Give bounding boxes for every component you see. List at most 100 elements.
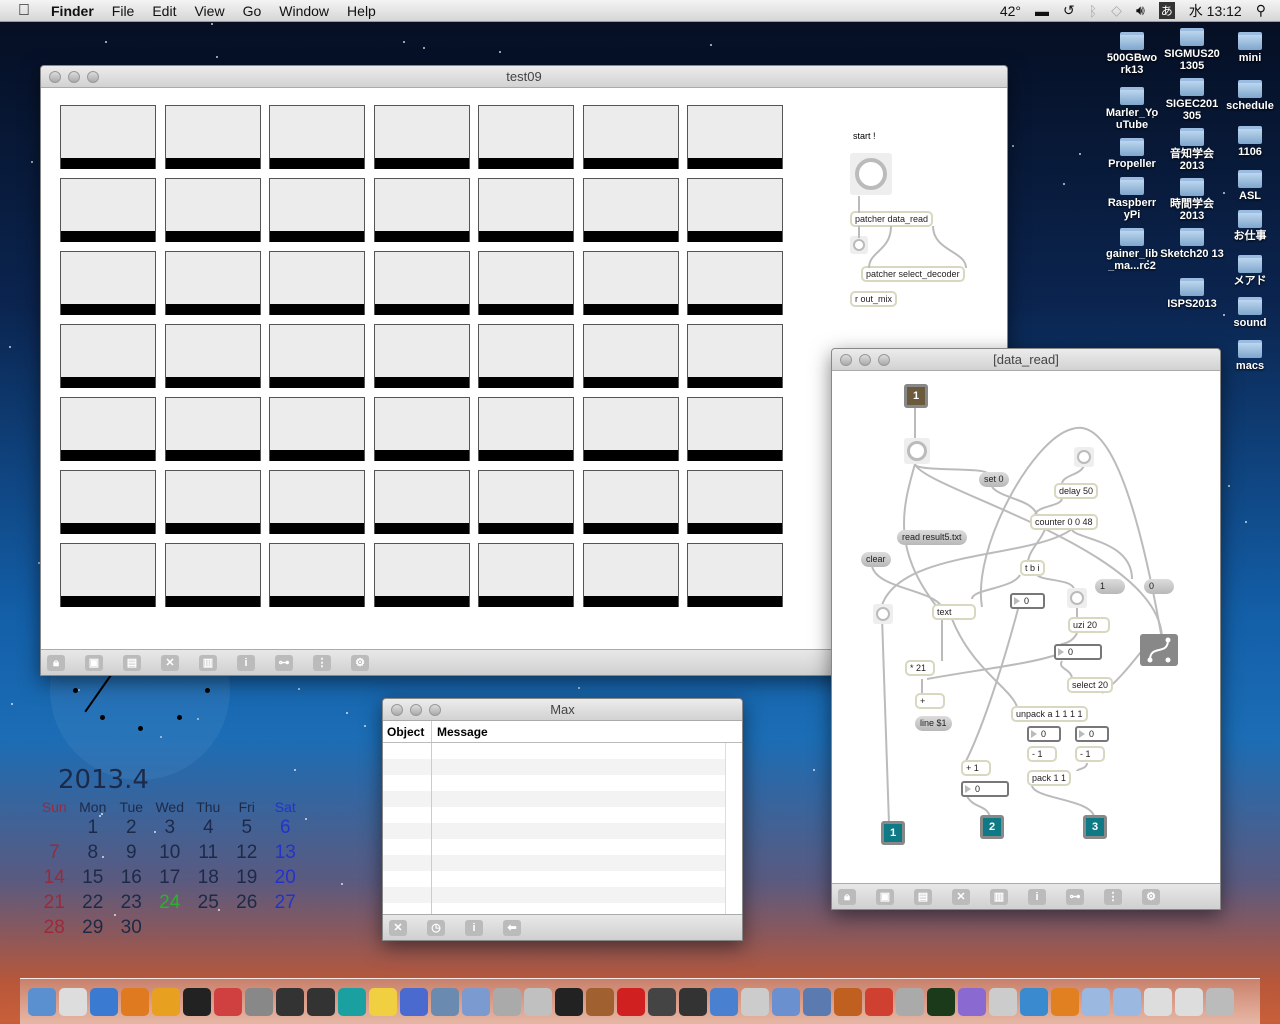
new-view-icon[interactable]: ▣ (876, 888, 894, 905)
iphoto-icon[interactable] (772, 987, 800, 1016)
mail-icon[interactable] (710, 987, 738, 1016)
message-line[interactable]: line $1 (915, 716, 952, 731)
desktop-icon[interactable]: gainer_lib _ma...rc2 (1100, 228, 1164, 272)
piano-icon[interactable] (555, 987, 583, 1016)
desktop-icon[interactable]: Raspberr yPi (1100, 177, 1164, 221)
tile-panel[interactable] (478, 397, 574, 461)
desktop-icon[interactable]: ISPS2013 (1160, 278, 1224, 310)
pen2-icon[interactable] (803, 987, 831, 1016)
connect-icon[interactable]: ⊶ (1066, 888, 1084, 905)
folder4-icon[interactable] (1175, 987, 1203, 1016)
object-plus[interactable]: + (915, 693, 945, 709)
time-icon[interactable] (1020, 987, 1048, 1016)
photo-icon[interactable] (431, 987, 459, 1016)
object-minus[interactable]: - 1 (1027, 746, 1057, 762)
image-icon[interactable] (524, 987, 552, 1016)
column-message[interactable]: Message (432, 721, 488, 742)
object-minus[interactable]: - 1 (1075, 746, 1105, 762)
number-box[interactable]: 0 (1075, 726, 1109, 742)
zoom-button[interactable] (429, 704, 441, 716)
outlet-2[interactable]: 2 (980, 815, 1004, 839)
tile-panel[interactable] (687, 470, 783, 534)
folder1-icon[interactable] (1082, 987, 1110, 1016)
menu-window[interactable]: Window (270, 3, 338, 19)
object-pack[interactable]: pack 1 1 (1027, 770, 1072, 786)
desktop-icon[interactable]: お仕事 (1218, 210, 1280, 242)
bang-button[interactable] (1074, 447, 1094, 467)
bluetooth-icon[interactable]: ᛒ (1089, 3, 1097, 19)
grid-icon[interactable]: ⋮ (313, 654, 331, 671)
illustrator-icon[interactable] (152, 987, 180, 1016)
clear-icon[interactable]: ✕ (389, 919, 407, 936)
gate-switch[interactable] (1140, 634, 1178, 666)
console-list[interactable] (383, 743, 726, 914)
tile-panel[interactable] (164, 397, 261, 461)
desktop-icon[interactable]: メアド (1218, 255, 1280, 287)
minimize-button[interactable] (410, 704, 422, 716)
desktop-icon[interactable]: Marler_Yo uTube (1100, 87, 1164, 131)
cup-icon[interactable] (865, 987, 893, 1016)
volume-icon[interactable]: 🔊︎ (1136, 2, 1145, 19)
object-plus-one[interactable]: + 1 (961, 760, 991, 776)
tile-panel[interactable] (687, 543, 783, 607)
new-view-icon[interactable]: ▣ (85, 654, 103, 671)
clipboard-icon[interactable]: ▤ (914, 888, 932, 905)
clock-icon[interactable]: ◷ (427, 919, 445, 936)
desktop-icon[interactable]: ASL (1218, 170, 1280, 202)
column-object[interactable]: Object (383, 721, 432, 742)
processing-icon[interactable] (276, 987, 304, 1016)
desktop-icon[interactable]: schedule (1218, 80, 1280, 112)
apple-menu-icon[interactable]:  (0, 2, 42, 20)
desktop-icon[interactable]: 500GBwo rk13 (1100, 32, 1164, 76)
tile-panel[interactable] (478, 470, 574, 534)
desktop-icon[interactable]: SIGMUS20 1305 (1160, 28, 1224, 72)
desktop-icon[interactable]: macs (1218, 340, 1280, 372)
lock-icon[interactable]: 🔒︎ (47, 654, 65, 671)
close-button[interactable] (391, 704, 403, 716)
tile-panel[interactable] (582, 470, 679, 534)
itunes-icon[interactable] (648, 987, 676, 1016)
desktop-icon[interactable]: Sketch20 13 (1160, 228, 1224, 260)
desktop-icon[interactable]: Propeller (1100, 138, 1164, 170)
processing2-icon[interactable] (307, 987, 335, 1016)
activity-icon[interactable] (927, 987, 955, 1016)
preview-icon[interactable] (59, 987, 87, 1016)
close-icon[interactable]: ✕ (952, 888, 970, 905)
info-icon[interactable]: i (237, 654, 255, 671)
menu-help[interactable]: Help (338, 3, 385, 19)
finder-icon[interactable] (28, 987, 56, 1016)
guitar-icon[interactable] (586, 987, 614, 1016)
safari-icon[interactable] (90, 987, 118, 1016)
back-icon[interactable]: ⬅ (503, 919, 521, 936)
arduino-icon[interactable] (338, 987, 366, 1016)
desktop-icon[interactable]: mini (1218, 32, 1280, 64)
tile-panel[interactable] (687, 397, 783, 461)
desktop-icon[interactable]: 1106 (1218, 126, 1280, 158)
dvd-icon[interactable] (741, 987, 769, 1016)
tile-panel[interactable] (269, 470, 365, 534)
trash-icon[interactable] (1206, 987, 1234, 1016)
bang-button[interactable] (1067, 588, 1087, 608)
connect-icon[interactable]: ⊶ (275, 654, 293, 671)
notes-icon[interactable] (493, 987, 521, 1016)
number-box[interactable]: 0 (961, 781, 1009, 797)
title-bar[interactable]: Max (383, 699, 742, 721)
message-1[interactable]: 1 (1095, 579, 1125, 594)
outlet-3[interactable]: 3 (1083, 815, 1107, 839)
display-icon[interactable]: ▬ (1035, 3, 1049, 19)
folder2-icon[interactable] (1113, 987, 1141, 1016)
number-box[interactable]: 0 (1010, 593, 1045, 609)
desktop-icon[interactable]: sound (1218, 297, 1280, 329)
grid-icon[interactable]: ⋮ (1104, 888, 1122, 905)
box-icon[interactable] (834, 987, 862, 1016)
wifi-icon[interactable]: ◇ (1111, 2, 1122, 19)
object-text[interactable]: text (932, 604, 976, 620)
tile-panel[interactable] (373, 543, 470, 607)
tile-panel[interactable] (582, 543, 679, 607)
mail2-icon[interactable] (958, 987, 986, 1016)
lock-icon[interactable]: 🔒︎ (838, 888, 856, 905)
object-multiply[interactable]: * 21 (905, 660, 935, 676)
object-select[interactable]: select 20 (1067, 677, 1114, 693)
firefox-icon[interactable] (121, 987, 149, 1016)
bang-button[interactable] (873, 604, 893, 624)
